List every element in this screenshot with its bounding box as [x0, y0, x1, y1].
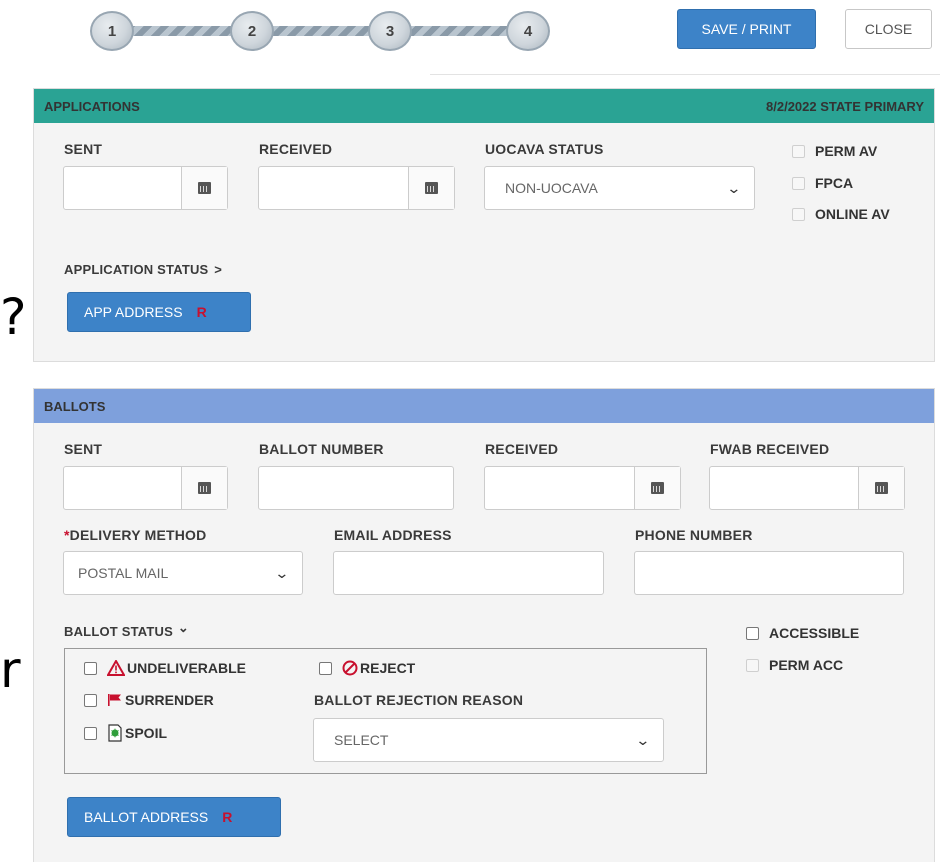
online-av-label: ONLINE AV — [815, 206, 890, 222]
ballot-received-label: RECEIVED — [485, 441, 559, 457]
stepper-track — [110, 26, 540, 36]
ballot-address-flag: R — [222, 809, 233, 825]
uocava-status-value: NON-UOCAVA — [505, 180, 598, 196]
ballot-address-button[interactable]: BALLOT ADDRESS R — [67, 797, 281, 837]
ballot-sent-input[interactable] — [64, 467, 181, 509]
checkbox-icon[interactable] — [792, 207, 805, 221]
ballot-number-input[interactable] — [258, 466, 454, 510]
chevron-down-icon: ⌄ — [635, 731, 651, 748]
uocava-status-select[interactable]: NON-UOCAVA ⌄ — [484, 166, 755, 210]
app-sent-date-field[interactable] — [63, 166, 228, 210]
checkbox-icon[interactable] — [84, 726, 97, 740]
step-2[interactable]: 2 — [230, 11, 274, 51]
stray-letter-glyph: r — [0, 641, 21, 699]
spoiled-document-icon — [107, 724, 123, 742]
reject-label: REJECT — [360, 660, 416, 676]
calendar-icon[interactable] — [634, 467, 680, 509]
chevron-right-icon: > — [214, 262, 223, 277]
app-received-date-field[interactable] — [258, 166, 455, 210]
ballot-address-label: BALLOT ADDRESS — [84, 809, 209, 825]
step-4[interactable]: 4 — [506, 11, 550, 51]
surrender-label: SURRENDER — [125, 692, 214, 708]
application-status-label: APPLICATION STATUS — [64, 262, 209, 277]
close-button[interactable]: CLOSE — [845, 9, 932, 49]
delivery-method-label: *DELIVERY METHOD — [64, 527, 206, 543]
stray-question-glyph: ? — [0, 288, 27, 346]
fwab-received-date-field[interactable] — [709, 466, 905, 510]
uocava-status-label: UOCAVA STATUS — [485, 141, 604, 157]
ballot-received-input[interactable] — [485, 467, 634, 509]
accessible-label: ACCESSIBLE — [769, 625, 860, 641]
ballot-number-label: BALLOT NUMBER — [259, 441, 384, 457]
applications-header: APPLICATIONS 8/2/2022 STATE PRIMARY — [34, 89, 934, 123]
ballots-title: BALLOTS — [44, 398, 106, 414]
checkbox-icon[interactable] — [746, 658, 759, 672]
ballot-sent-label: SENT — [64, 441, 103, 457]
email-address-input[interactable] — [333, 551, 604, 595]
header-divider — [430, 74, 940, 75]
phone-number-input[interactable] — [634, 551, 904, 595]
rejection-reason-label: BALLOT REJECTION REASON — [314, 692, 524, 708]
chevron-down-icon: ⌄ — [726, 179, 742, 196]
chevron-down-icon: ⌄ — [274, 564, 290, 581]
surrender-checkbox[interactable]: SURRENDER — [84, 692, 214, 708]
undeliverable-label: UNDELIVERABLE — [127, 660, 247, 676]
perm-acc-checkbox[interactable]: PERM ACC — [746, 657, 843, 673]
chevron-down-icon: ⌄ — [177, 620, 189, 635]
ballots-header: BALLOTS — [34, 389, 934, 423]
ballot-received-date-field[interactable] — [484, 466, 681, 510]
app-address-button[interactable]: APP ADDRESS R — [67, 292, 251, 332]
phone-number-label: PHONE NUMBER — [635, 527, 753, 543]
applications-title: APPLICATIONS — [44, 98, 140, 114]
checkbox-icon[interactable] — [746, 626, 759, 640]
spoil-label: SPOIL — [125, 725, 168, 741]
step-1[interactable]: 1 — [90, 11, 134, 51]
red-flag-icon — [107, 693, 123, 707]
delivery-method-text: DELIVERY METHOD — [69, 527, 207, 543]
ballot-status-label: BALLOT STATUS — [64, 624, 173, 639]
wizard-stepper: 1 2 3 4 — [90, 11, 560, 51]
warning-triangle-icon — [107, 660, 125, 676]
rejection-reason-select[interactable]: SELECT ⌄ — [313, 718, 664, 762]
calendar-icon[interactable] — [408, 167, 454, 209]
app-received-input[interactable] — [259, 167, 408, 209]
app-received-label: RECEIVED — [259, 141, 333, 157]
online-av-checkbox[interactable]: ONLINE AV — [792, 206, 890, 222]
undeliverable-checkbox[interactable]: UNDELIVERABLE — [84, 660, 246, 676]
delivery-method-select[interactable]: POSTAL MAIL ⌄ — [63, 551, 303, 595]
rejection-reason-value: SELECT — [334, 732, 389, 748]
election-name: 8/2/2022 STATE PRIMARY — [766, 98, 924, 114]
spoil-checkbox[interactable]: SPOIL — [84, 724, 167, 742]
perm-av-label: PERM AV — [815, 143, 878, 159]
email-address-label: EMAIL ADDRESS — [334, 527, 452, 543]
perm-acc-label: PERM ACC — [769, 657, 844, 673]
checkbox-icon[interactable] — [792, 176, 805, 190]
app-address-label: APP ADDRESS — [84, 304, 183, 320]
calendar-icon[interactable] — [858, 467, 904, 509]
fwab-received-label: FWAB RECEIVED — [710, 441, 830, 457]
perm-av-checkbox[interactable]: PERM AV — [792, 143, 877, 159]
step-3[interactable]: 3 — [368, 11, 412, 51]
reject-checkbox[interactable]: REJECT — [319, 660, 415, 676]
fwab-received-input[interactable] — [710, 467, 858, 509]
fpca-checkbox[interactable]: FPCA — [792, 175, 853, 191]
checkbox-icon[interactable] — [84, 693, 97, 707]
ballot-status-toggle[interactable]: BALLOT STATUS ⌄ — [64, 620, 189, 640]
app-sent-label: SENT — [64, 141, 103, 157]
checkbox-icon[interactable] — [84, 661, 97, 675]
fpca-label: FPCA — [815, 175, 854, 191]
application-status-toggle[interactable]: APPLICATION STATUS > — [64, 262, 222, 277]
accessible-checkbox[interactable]: ACCESSIBLE — [746, 625, 859, 641]
prohibited-icon — [342, 660, 358, 676]
app-sent-input[interactable] — [64, 167, 181, 209]
calendar-icon[interactable] — [181, 467, 227, 509]
save-print-button[interactable]: SAVE / PRINT — [677, 9, 816, 49]
ballot-sent-date-field[interactable] — [63, 466, 228, 510]
calendar-icon[interactable] — [181, 167, 227, 209]
checkbox-icon[interactable] — [792, 144, 805, 158]
delivery-method-value: POSTAL MAIL — [78, 565, 169, 581]
app-address-flag: R — [196, 304, 207, 320]
checkbox-icon[interactable] — [319, 661, 332, 675]
